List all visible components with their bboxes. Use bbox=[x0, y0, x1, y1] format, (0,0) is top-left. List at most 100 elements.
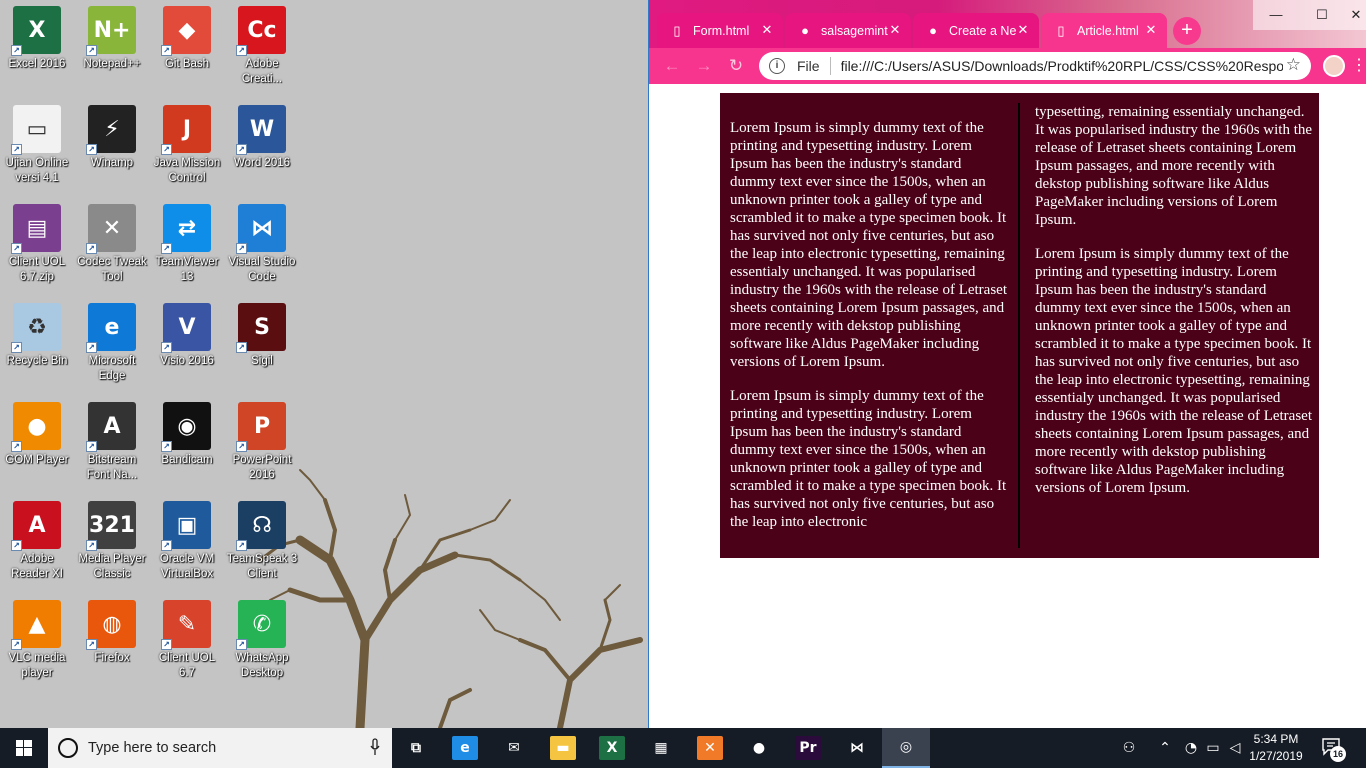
taskbar-search-box[interactable]: Type here to search bbox=[48, 728, 392, 768]
menu-dots-icon[interactable]: ⋮ bbox=[1351, 54, 1366, 78]
desktop-icon[interactable]: ◆ ↗ Git Bash bbox=[150, 0, 224, 94]
minimize-button[interactable]: — bbox=[1253, 0, 1299, 30]
info-icon[interactable]: i bbox=[769, 58, 785, 74]
desktop-icon[interactable]: ✕ ↗ Codec Tweak Tool bbox=[75, 198, 149, 292]
article: Lorem Ipsum is simply dummy text of the … bbox=[720, 93, 1319, 558]
adobe-cc-icon: Cc ↗ bbox=[236, 6, 286, 56]
desktop-icon[interactable]: e ↗ Microsoft Edge bbox=[75, 297, 149, 391]
desktop-icon[interactable]: ⚡ ↗ Winamp bbox=[75, 99, 149, 193]
taskbar-app-mail[interactable]: ✉ bbox=[490, 728, 538, 768]
desktop-icon[interactable]: P ↗ PowerPoint 2016 bbox=[225, 396, 299, 490]
start-button[interactable] bbox=[0, 728, 48, 768]
desktop-icon[interactable]: W ↗ Word 2016 bbox=[225, 99, 299, 193]
desktop-icon-label: TeamViewer 13 bbox=[155, 256, 219, 283]
desktop-icon-label: TeamSpeak 3 Client bbox=[226, 553, 298, 580]
system-clock[interactable]: 5:34 PM 1/27/2019 bbox=[1244, 731, 1308, 765]
microphone-icon[interactable] bbox=[370, 738, 380, 756]
wifi-icon[interactable]: ◔ bbox=[1182, 739, 1200, 757]
desktop-icon[interactable]: A ↗ Bitstream Font Na... bbox=[75, 396, 149, 490]
desktop-icon[interactable]: J ↗ Java Mission Control bbox=[150, 99, 224, 193]
desktop-icon[interactable]: ✆ ↗ WhatsApp Desktop bbox=[225, 594, 299, 688]
desktop-icon[interactable]: V ↗ Visio 2016 bbox=[150, 297, 224, 391]
shortcut-arrow-icon: ↗ bbox=[11, 540, 22, 551]
shortcut-arrow-icon: ↗ bbox=[11, 441, 22, 452]
taskbar-app-bandicam[interactable]: ● bbox=[735, 728, 783, 768]
desktop-icon[interactable]: ♻ ↗ Recycle Bin bbox=[0, 297, 74, 391]
desktop-icon[interactable]: ▤ ↗ Client UOL 6.7.zip bbox=[0, 198, 74, 292]
desktop-icon[interactable]: S ↗ Sigil bbox=[225, 297, 299, 391]
chevron-up-icon[interactable]: ⌃ bbox=[1156, 739, 1174, 757]
desktop-icon[interactable]: ▣ ↗ Oracle VM VirtualBox bbox=[150, 495, 224, 589]
tab-form[interactable]: ▯ Form.html ✕ bbox=[657, 13, 783, 48]
close-window-button[interactable]: ✕ bbox=[1345, 0, 1366, 30]
taskbar-app-chrome[interactable]: ◎ bbox=[882, 728, 930, 768]
desktop-icon[interactable]: ◍ ↗ Firefox bbox=[75, 594, 149, 688]
tab-close-icon[interactable]: ✕ bbox=[759, 22, 775, 38]
tab-create-a-new[interactable]: ● Create a Ne ✕ bbox=[913, 13, 1039, 48]
desktop-icon-label: Firefox bbox=[94, 652, 130, 664]
taskbar-app-file-explorer[interactable]: ▬ bbox=[539, 728, 587, 768]
volume-icon[interactable]: ◁ bbox=[1226, 739, 1244, 757]
tab-close-icon[interactable]: ✕ bbox=[1015, 22, 1031, 38]
desktop-icon-label: WhatsApp Desktop bbox=[235, 652, 289, 679]
battery-icon[interactable]: ▭ bbox=[1204, 739, 1222, 757]
taskbar-app-task-view[interactable]: ⧉ bbox=[392, 728, 440, 768]
article-column-2: typesetting, remaining essentialy unchan… bbox=[1035, 103, 1313, 533]
powerpoint-icon: P ↗ bbox=[236, 402, 286, 452]
page-viewport: Lorem Ipsum is simply dummy text of the … bbox=[649, 84, 1366, 728]
taskbar-app-excel[interactable]: X bbox=[588, 728, 636, 768]
forward-arrow-icon[interactable]: → bbox=[693, 55, 715, 77]
desktop-icon[interactable]: ● ↗ GOM Player bbox=[0, 396, 74, 490]
desktop-icon-label: Sigil bbox=[251, 355, 273, 367]
desktop-icon[interactable]: 321 ↗ Media Player Classic bbox=[75, 495, 149, 589]
taskbar-app-xampp[interactable]: ✕ bbox=[686, 728, 734, 768]
desktop-icon[interactable]: Cc ↗ Adobe Creati... bbox=[225, 0, 299, 94]
tab-close-icon[interactable]: ✕ bbox=[1143, 22, 1159, 38]
xampp-icon: ✕ bbox=[697, 736, 723, 760]
desktop-icon[interactable]: ☊ ↗ TeamSpeak 3 Client bbox=[225, 495, 299, 589]
tab-article[interactable]: ▯ Article.html ✕ bbox=[1041, 13, 1167, 48]
paragraph: typesetting, remaining essentialy unchan… bbox=[1035, 104, 1313, 228]
shortcut-arrow-icon: ↗ bbox=[161, 342, 172, 353]
taskbar-app-store[interactable]: ▦ bbox=[637, 728, 685, 768]
back-arrow-icon[interactable]: ← bbox=[661, 55, 683, 77]
desktop-icon[interactable]: ⋈ ↗ Visual Studio Code bbox=[225, 198, 299, 292]
taskbar-app-edge[interactable]: e bbox=[441, 728, 489, 768]
people-icon[interactable]: ⚇ bbox=[1120, 739, 1138, 757]
edge-icon: e bbox=[452, 736, 478, 760]
desktop-icon-label: Recycle Bin bbox=[6, 355, 68, 367]
url-text[interactable]: file:///C:/Users/ASUS/Downloads/Prodktif… bbox=[841, 58, 1283, 74]
desktop-icon-label: Visio 2016 bbox=[160, 355, 214, 367]
desktop-icon[interactable]: ▭ ↗ Ujian Online versi 4.1 bbox=[0, 99, 74, 193]
bookmark-star-icon[interactable]: ☆ bbox=[1286, 55, 1301, 75]
desktop-icon-label: Media Player Classic bbox=[78, 553, 146, 580]
client-uol-icon: ✎ ↗ bbox=[161, 600, 211, 650]
tab-salsagemint[interactable]: ● salsagemint ✕ bbox=[785, 13, 911, 48]
address-bar[interactable]: i File file:///C:/Users/ASUS/Downloads/P… bbox=[759, 52, 1311, 80]
new-tab-button[interactable]: + bbox=[1173, 17, 1201, 45]
action-center-button[interactable]: 16 bbox=[1320, 736, 1346, 762]
gom-player-icon: ● ↗ bbox=[11, 402, 61, 452]
desktop-icon[interactable]: A ↗ Adobe Reader XI bbox=[0, 495, 74, 589]
desktop-icon[interactable]: ▲ ↗ VLC media player bbox=[0, 594, 74, 688]
scheme-label: File bbox=[797, 58, 820, 74]
tab-close-icon[interactable]: ✕ bbox=[887, 22, 903, 38]
shortcut-arrow-icon: ↗ bbox=[236, 342, 247, 353]
profile-avatar[interactable] bbox=[1323, 55, 1345, 77]
desktop-icon[interactable]: ✎ ↗ Client UOL 6.7 bbox=[150, 594, 224, 688]
shortcut-arrow-icon: ↗ bbox=[236, 639, 247, 650]
desktop-icon-label: PowerPoint 2016 bbox=[232, 454, 292, 481]
taskbar-app-premiere[interactable]: Pr bbox=[784, 728, 832, 768]
shortcut-arrow-icon: ↗ bbox=[86, 45, 97, 56]
desktop-icon-label: Adobe Reader XI bbox=[11, 553, 63, 580]
desktop-icon[interactable]: N+ ↗ Notepad++ bbox=[75, 0, 149, 94]
reload-icon[interactable]: ↻ bbox=[725, 55, 747, 77]
desktop-icon[interactable]: ⇄ ↗ TeamViewer 13 bbox=[150, 198, 224, 292]
taskbar-app-vscode[interactable]: ⋈ bbox=[833, 728, 881, 768]
desktop-icon[interactable]: X ↗ Excel 2016 bbox=[0, 0, 74, 94]
maximize-button[interactable]: ☐ bbox=[1299, 0, 1345, 30]
desktop-icon[interactable]: ◉ ↗ Bandicam bbox=[150, 396, 224, 490]
desktop-icon-label: Adobe Creati... bbox=[241, 58, 283, 85]
tab-strip: ▯ Form.html ✕ ● salsagemint ✕ ● Create a… bbox=[649, 0, 1366, 48]
desktop-icon-label: Notepad++ bbox=[83, 58, 141, 70]
